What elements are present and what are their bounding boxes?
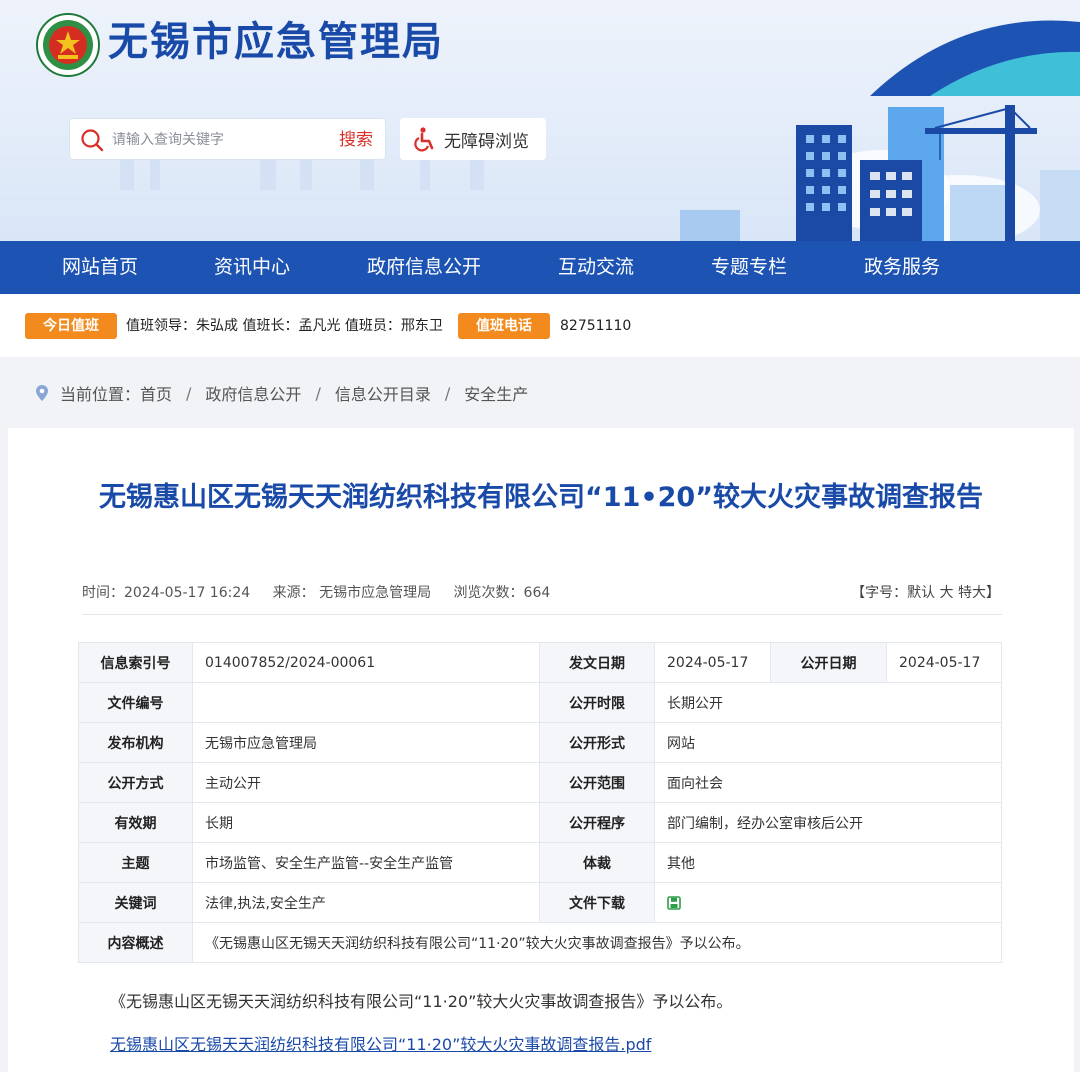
site-title: 无锡市应急管理局 bbox=[108, 19, 444, 65]
mode-label: 公开方式 bbox=[78, 762, 193, 803]
breadcrumb-home[interactable]: 首页 bbox=[140, 381, 172, 405]
procedure-label: 公开程序 bbox=[539, 802, 655, 843]
search-input[interactable] bbox=[112, 128, 322, 152]
duty-phone-tag: 值班电话 bbox=[458, 313, 550, 339]
table-row: 公开方式 主动公开 公开范围 面向社会 bbox=[78, 762, 1002, 803]
nav-home[interactable]: 网站首页 bbox=[62, 241, 138, 294]
genre-value: 其他 bbox=[654, 842, 1002, 883]
table-row: 信息索引号 014007852/2024-00061 发文日期 2024-05-… bbox=[78, 642, 1002, 683]
period-label: 公开时限 bbox=[539, 682, 655, 723]
font-size-default[interactable]: 默认 bbox=[907, 585, 935, 601]
nav-interaction[interactable]: 互动交流 bbox=[558, 241, 634, 294]
table-row: 文件编号 公开时限 长期公开 bbox=[78, 682, 1002, 723]
article-meta: 时间：2024-05-17 16:24 来源： 无锡市应急管理局 浏览次数：66… bbox=[82, 582, 568, 604]
font-size-xlarge[interactable]: 特大 bbox=[958, 585, 986, 601]
breadcrumb-separator: / bbox=[186, 383, 192, 403]
wheelchair-icon bbox=[414, 127, 434, 152]
site-header: 无锡市应急管理局 搜索 无障碍浏览 bbox=[0, 0, 1080, 241]
genre-label: 体裁 bbox=[539, 842, 655, 883]
keywords-value: 法律,执法,安全生产 bbox=[192, 882, 540, 923]
public-date-label: 公开日期 bbox=[770, 642, 887, 683]
form-value: 网站 bbox=[654, 722, 1002, 763]
nav-news[interactable]: 资讯中心 bbox=[214, 241, 290, 294]
accessibility-button[interactable]: 无障碍浏览 bbox=[400, 118, 546, 160]
validity-value: 长期 bbox=[192, 802, 540, 843]
org-value: 无锡市应急管理局 bbox=[192, 722, 540, 763]
topic-label: 主题 bbox=[78, 842, 193, 883]
table-row: 主题 市场监管、安全生产监管--安全生产监管 体裁 其他 bbox=[78, 842, 1002, 883]
table-row: 内容概述 《无锡惠山区无锡天天润纺织科技有限公司“11·20”较大火灾事故调查报… bbox=[78, 922, 1002, 963]
keywords-label: 关键词 bbox=[78, 882, 193, 923]
font-size-prefix: 【字号： bbox=[851, 585, 908, 601]
breadcrumb-prefix: 当前位置： bbox=[60, 385, 141, 404]
public-date-value: 2024-05-17 bbox=[886, 642, 1002, 683]
article-card: 无锡惠山区无锡天天润纺织科技有限公司“11•20”较大火灾事故调查报告 时间：2… bbox=[8, 428, 1074, 1072]
duty-phone: 82751110 bbox=[560, 318, 632, 334]
meta-divider bbox=[82, 614, 1002, 615]
validity-label: 有效期 bbox=[78, 802, 193, 843]
save-file-icon[interactable] bbox=[667, 895, 681, 910]
download-cell bbox=[654, 882, 1002, 923]
overview-value: 《无锡惠山区无锡天天润纺织科技有限公司“11·20”较大火灾事故调查报告》予以公… bbox=[192, 922, 1002, 963]
issue-date-value: 2024-05-17 bbox=[654, 642, 771, 683]
today-duty-tag: 今日值班 bbox=[25, 313, 117, 339]
article-summary: 《无锡惠山区无锡天天润纺织科技有限公司“11·20”较大火灾事故调查报告》予以公… bbox=[110, 992, 733, 1011]
doc-no-value bbox=[192, 682, 540, 723]
procedure-value: 部门编制，经办公室审核后公开 bbox=[654, 802, 1002, 843]
nav-gov-info[interactable]: 政府信息公开 bbox=[367, 241, 481, 294]
breadcrumb-catalog[interactable]: 信息公开目录 bbox=[335, 381, 431, 405]
breadcrumb-separator: / bbox=[444, 383, 451, 403]
today-duty-text: 值班领导：朱弘成 值班长：孟凡光 值班员：邢东卫 bbox=[126, 318, 443, 334]
form-label: 公开形式 bbox=[539, 722, 655, 763]
topic-value: 市场监管、安全生产监管--安全生产监管 bbox=[192, 842, 540, 883]
font-size-large[interactable]: 大 bbox=[940, 585, 954, 601]
article-time: 时间：2024-05-17 16:24 bbox=[82, 585, 251, 601]
info-table: 信息索引号 014007852/2024-00061 发文日期 2024-05-… bbox=[78, 642, 1002, 963]
issue-date-label: 发文日期 bbox=[539, 642, 655, 683]
table-row: 有效期 长期 公开程序 部门编制，经办公室审核后公开 bbox=[78, 802, 1002, 843]
period-value: 长期公开 bbox=[654, 682, 1002, 723]
nav-gov-services[interactable]: 政务服务 bbox=[864, 241, 940, 294]
location-pin-icon bbox=[36, 385, 48, 401]
mode-value: 主动公开 bbox=[192, 762, 540, 803]
scope-value: 面向社会 bbox=[654, 762, 1002, 803]
duty-bar: 今日值班 值班领导：朱弘成 值班长：孟凡光 值班员：邢东卫 值班电话 82751… bbox=[0, 294, 1080, 357]
font-size-control: 【字号：默认 大 特大】 bbox=[851, 582, 1000, 604]
nav-special-topics[interactable]: 专题专栏 bbox=[711, 241, 787, 294]
search-icon bbox=[81, 129, 104, 152]
article-views: 浏览次数：664 bbox=[453, 585, 551, 601]
overview-label: 内容概述 bbox=[78, 922, 193, 963]
font-size-suffix: 】 bbox=[986, 585, 1000, 601]
breadcrumb-gov-info[interactable]: 政府信息公开 bbox=[205, 381, 301, 405]
index-label: 信息索引号 bbox=[78, 642, 193, 683]
breadcrumb: 当前位置： 首页 / 政府信息公开 / 信息公开目录 / 安全生产 bbox=[34, 380, 528, 406]
table-row: 关键词 法律,执法,安全生产 文件下载 bbox=[78, 882, 1002, 923]
table-row: 发布机构 无锡市应急管理局 公开形式 网站 bbox=[78, 722, 1002, 763]
emblem-logo bbox=[36, 13, 100, 77]
download-label: 文件下载 bbox=[539, 882, 655, 923]
doc-no-label: 文件编号 bbox=[78, 682, 193, 723]
article-source: 来源： 无锡市应急管理局 bbox=[272, 585, 432, 601]
scope-label: 公开范围 bbox=[539, 762, 655, 803]
breadcrumb-separator: / bbox=[315, 383, 321, 403]
main-nav: 网站首页 资讯中心 政府信息公开 互动交流 专题专栏 政务服务 bbox=[0, 241, 1080, 294]
pdf-file-link[interactable]: 无锡惠山区无锡天天润纺织科技有限公司“11·20”较大火灾事故调查报告.pdf bbox=[110, 1033, 651, 1057]
search-button[interactable]: 搜索 bbox=[339, 127, 373, 153]
search-box: 搜索 bbox=[69, 118, 386, 160]
index-value: 014007852/2024-00061 bbox=[192, 642, 540, 683]
breadcrumb-safety[interactable]: 安全生产 bbox=[464, 381, 528, 405]
accessibility-label: 无障碍浏览 bbox=[444, 131, 529, 152]
org-label: 发布机构 bbox=[78, 722, 193, 763]
article-title: 无锡惠山区无锡天天润纺织科技有限公司“11•20”较大火灾事故调查报告 bbox=[99, 482, 983, 513]
